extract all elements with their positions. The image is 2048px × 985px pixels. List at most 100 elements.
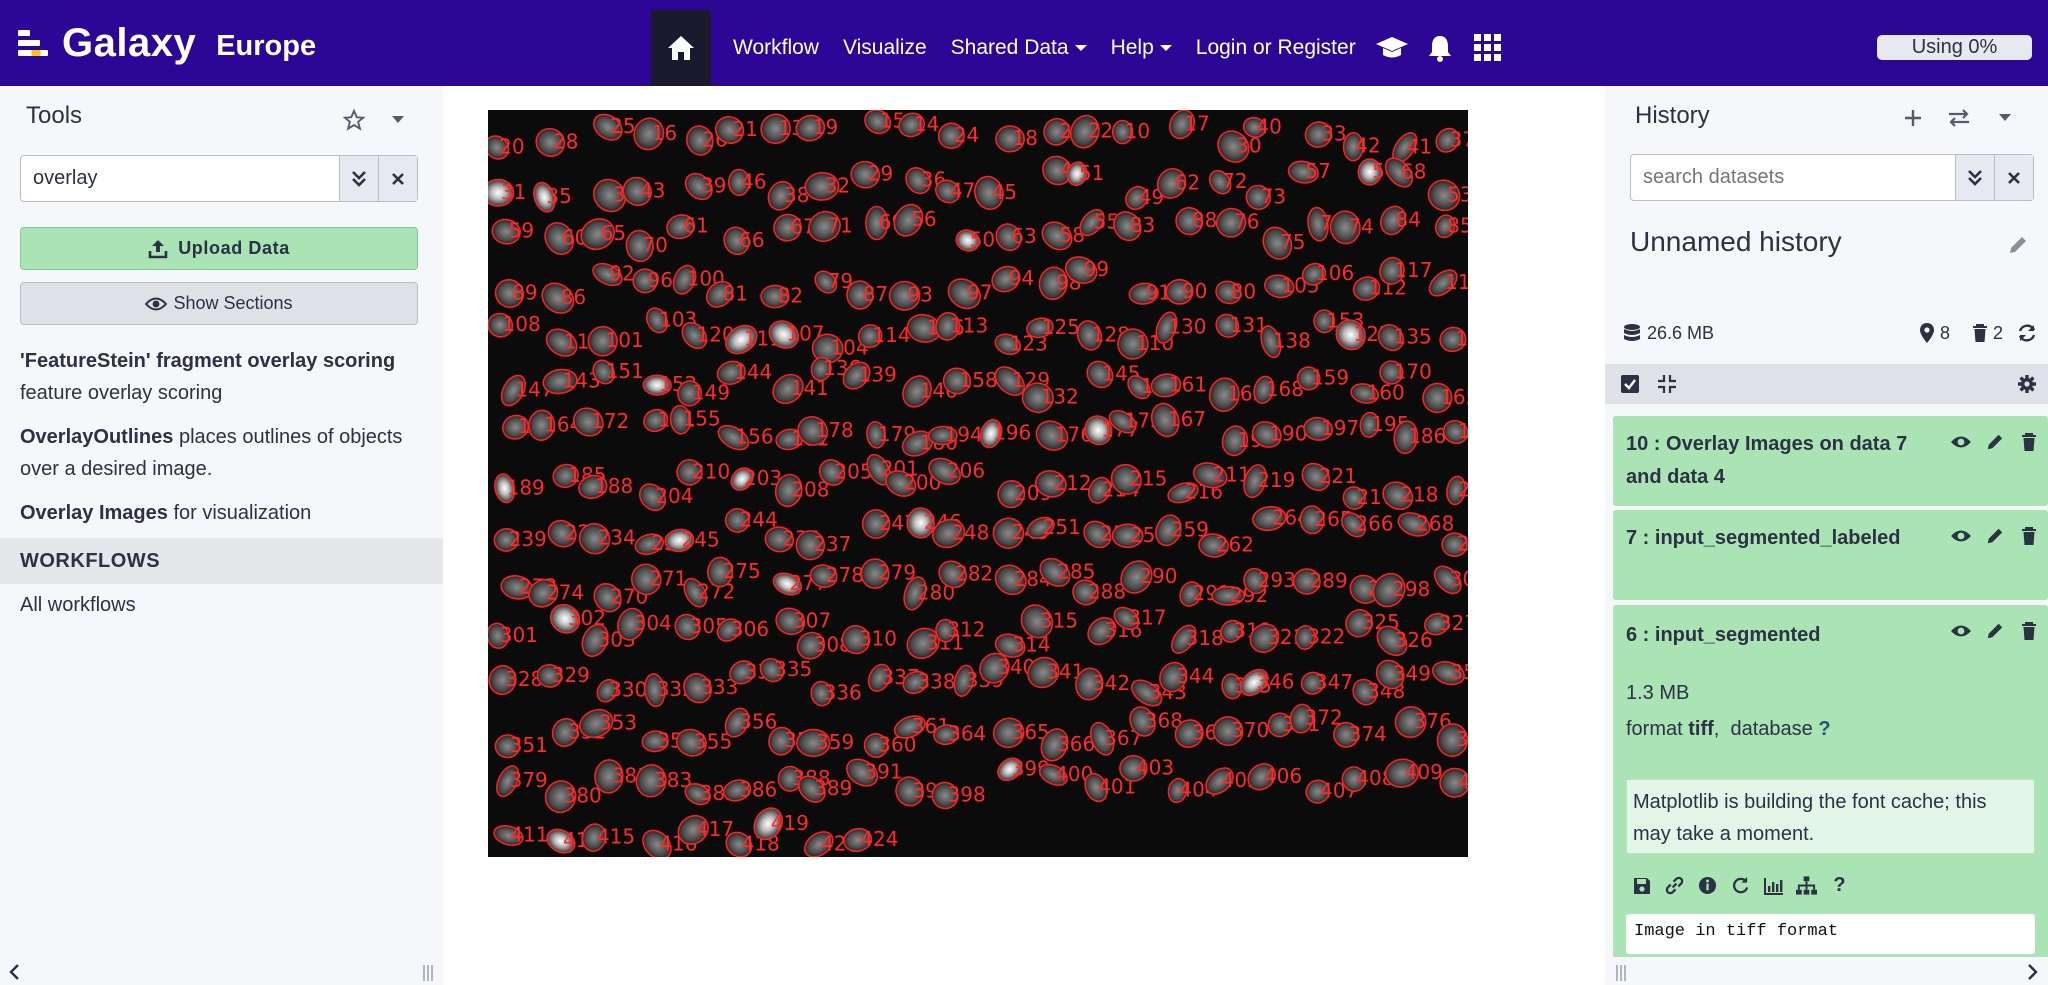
collapse-left-icon[interactable]	[8, 963, 20, 981]
clear-search-button[interactable]	[378, 156, 417, 201]
tool-result-overlay-outlines[interactable]: OverlayOutlines places outlines of objec…	[20, 421, 420, 485]
nucleus-object: 168	[1253, 375, 1304, 404]
collapse-right-icon[interactable]	[2027, 963, 2039, 981]
nucleus-label: 132	[1041, 385, 1079, 409]
home-button[interactable]	[651, 10, 711, 86]
nucleus-label: 275	[723, 559, 761, 583]
nucleus-label: 353	[599, 711, 637, 735]
apps-button[interactable]	[1464, 10, 1512, 86]
switch-history-button[interactable]	[1945, 104, 1973, 132]
create-history-button[interactable]	[1899, 104, 1927, 132]
nucleus-label: 62	[1175, 170, 1200, 194]
nucleus-label: 75	[1280, 230, 1305, 254]
panel-resize-handle-icon[interactable]	[1615, 965, 1627, 981]
overlay-image-visualization[interactable]: 2028251626211319151424182322101730403342…	[488, 110, 1468, 857]
history-dataset-item[interactable]: 7 : input_segmented_labeled	[1613, 510, 2048, 600]
nav-shared-data[interactable]: Shared Data	[939, 10, 1099, 86]
dataset-database[interactable]: ?	[1818, 718, 1830, 740]
history-search-input[interactable]	[1631, 155, 1955, 200]
nucleus-object: 93	[888, 280, 933, 311]
eye-icon[interactable]	[1950, 431, 1972, 453]
show-sections-button[interactable]: Show Sections	[20, 282, 418, 325]
nucleus-label: 59	[509, 219, 534, 243]
trash-icon[interactable]	[2018, 525, 2040, 547]
rerun-icon[interactable]	[1730, 875, 1751, 896]
history-size[interactable]: 26.6 MB	[1647, 323, 1714, 344]
favorites-button[interactable]	[340, 106, 368, 134]
all-workflows-link[interactable]: All workflows	[20, 594, 136, 617]
history-name[interactable]: Unnamed history	[1630, 226, 1842, 258]
nucleus-label: 114	[872, 323, 910, 347]
advanced-search-toggle[interactable]	[339, 156, 378, 201]
brand-subtitle: Europe	[216, 29, 317, 62]
nucleus-object: 144	[716, 360, 772, 385]
nucleus-object: 266	[1341, 512, 1394, 538]
refresh-icon[interactable]	[2017, 323, 2037, 343]
star-icon	[343, 109, 365, 131]
tool-panel-menu-button[interactable]	[384, 106, 412, 134]
nav-help[interactable]: Help	[1099, 10, 1184, 86]
caret-down-icon	[1074, 45, 1087, 51]
pencil-icon[interactable]	[1984, 431, 2006, 453]
eye-icon[interactable]	[1950, 620, 1972, 642]
history-dataset-item[interactable]: 10 : Overlay Images on data 7 and data 4	[1613, 416, 2048, 506]
question-icon[interactable]: ?	[1829, 874, 1850, 896]
trash-icon[interactable]	[2018, 620, 2040, 642]
nucleus-label: 42	[1355, 134, 1380, 158]
history-clear-search-button[interactable]	[1994, 155, 2033, 200]
history-advanced-search-toggle[interactable]	[1955, 155, 1994, 200]
nav-workflow[interactable]: Workflow	[721, 10, 831, 86]
tool-result-featurestein[interactable]: 'FeatureStein' fragment overlay scoring …	[20, 345, 420, 409]
select-items-icon[interactable]	[1621, 375, 1639, 393]
edit-history-button[interactable]	[2005, 232, 2031, 258]
nucleus-object: 197	[1303, 416, 1359, 441]
nucleus-label: 307	[793, 608, 831, 632]
history-dataset-item-expanded[interactable]: 6 : input_segmented 1.3 MB format tiff, …	[1613, 605, 2048, 957]
brand-link[interactable]: Galaxy Europe	[18, 0, 316, 86]
history-options-button[interactable]	[1991, 104, 2019, 132]
nucleus-object: 158	[942, 367, 998, 395]
gear-icon[interactable]	[2017, 374, 2037, 394]
tutorials-button[interactable]	[1368, 10, 1416, 86]
panel-resize-handle-icon[interactable]	[422, 965, 434, 981]
save-icon[interactable]	[1631, 875, 1652, 896]
nucleus-object: 403	[1119, 754, 1174, 782]
dataset-action-icons: ?	[1631, 874, 1850, 896]
history-panel-title: History	[1635, 102, 1710, 129]
dataset-title[interactable]: 7 : input_segmented_labeled	[1626, 522, 1946, 555]
tool-result-overlay-images[interactable]: Overlay Images for visualization	[20, 497, 420, 529]
visualize-chart-icon[interactable]	[1763, 875, 1784, 896]
pencil-icon[interactable]	[1984, 525, 2006, 547]
nucleus-label: 170	[1394, 360, 1432, 384]
nucleus-label: 315	[1040, 608, 1078, 632]
nucleus-label: 83	[1130, 213, 1155, 237]
info-icon[interactable]	[1697, 875, 1718, 896]
pencil-icon[interactable]	[1984, 620, 2006, 642]
workflows-section-header: WORKFLOWS	[0, 538, 443, 584]
nucleus-label: 347	[1315, 670, 1353, 694]
dataset-title[interactable]: 6 : input_segmented	[1626, 619, 1946, 652]
nucleus-object: 46	[727, 168, 767, 197]
deleted-datasets-count[interactable]: 2	[1993, 323, 2003, 344]
nucleus-label: 19	[813, 115, 838, 139]
nav-login-register[interactable]: Login or Register	[1184, 10, 1368, 86]
nucleus-label: 218	[1400, 483, 1438, 507]
compress-icon[interactable]	[1657, 375, 1677, 393]
shown-datasets-count[interactable]: 8	[1940, 323, 1950, 344]
nav-help-label: Help	[1110, 36, 1154, 59]
trash-icon[interactable]	[2018, 431, 2040, 453]
link-icon[interactable]	[1664, 875, 1685, 896]
quota-meter[interactable]: Using 0%	[1877, 35, 2032, 60]
upload-data-button[interactable]: Upload Data	[20, 227, 418, 270]
nucleus-label: 239	[509, 527, 547, 551]
tool-search-input[interactable]	[21, 156, 339, 201]
nav-visualize[interactable]: Visualize	[831, 10, 939, 86]
notifications-button[interactable]	[1416, 10, 1464, 86]
sitemap-icon[interactable]	[1796, 875, 1817, 896]
nucleus-object: 189	[494, 473, 545, 504]
eye-icon[interactable]	[1950, 525, 1972, 547]
dataset-title[interactable]: 10 : Overlay Images on data 7 and data 4	[1626, 428, 1946, 494]
nucleus-label: 14	[914, 112, 939, 136]
segmented-nuclei-overlay: 2028251626211319151424182322101730403342…	[488, 110, 1468, 857]
nucleus-label: 398	[948, 783, 986, 807]
